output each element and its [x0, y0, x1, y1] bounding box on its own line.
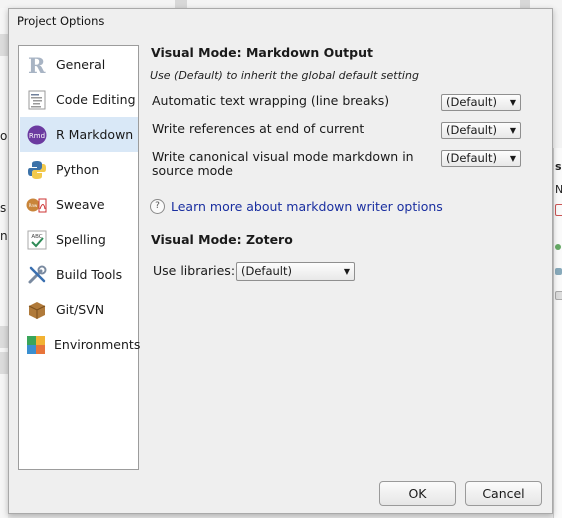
- background-icon: [555, 244, 561, 250]
- background-panel: s Ne: [553, 148, 562, 518]
- canonical-markdown-select[interactable]: (Default) ▼: [441, 150, 521, 167]
- dropdown-arrow-icon: ▼: [509, 154, 516, 163]
- sidebar-item-label: R Markdown: [56, 127, 134, 142]
- write-references-select[interactable]: (Default) ▼: [441, 122, 521, 139]
- background-band: [0, 34, 8, 56]
- background-text-fragment: s: [0, 201, 7, 215]
- ok-button[interactable]: OK: [379, 481, 456, 506]
- background-icon: [555, 204, 562, 216]
- sidebar-item-label: Python: [56, 162, 100, 177]
- background-top-strip: [0, 0, 562, 8]
- option-label-text-wrapping: Automatic text wrapping (line breaks): [152, 93, 390, 108]
- svg-text:R: R: [28, 55, 46, 75]
- sidebar-item-label: General: [56, 57, 106, 72]
- option-label-write-references: Write references at end of current: [152, 121, 365, 136]
- dropdown-arrow-icon: ▼: [509, 98, 516, 107]
- sidebar-item-python[interactable]: Python: [20, 152, 138, 187]
- r-markdown-options-panel: Visual Mode: Markdown Output Use (Defaul…: [150, 45, 531, 475]
- cancel-button[interactable]: Cancel: [465, 481, 542, 506]
- sidebar-item-label: Spelling: [56, 232, 106, 247]
- dialog-title: Project Options: [17, 14, 105, 28]
- inherit-default-hint: Use (Default) to inherit the global defa…: [150, 69, 419, 82]
- background-left-pane: o s n: [0, 8, 8, 518]
- help-icon: ?: [150, 199, 165, 214]
- background-band: [0, 326, 8, 348]
- learn-more-link-text[interactable]: Learn more about markdown writer options: [171, 199, 443, 214]
- options-sidebar: R General Code Editing Rmd R Markdown Py…: [18, 45, 141, 470]
- background-text-fragment: s: [555, 160, 562, 173]
- sidebar-item-environments[interactable]: Environments: [20, 327, 141, 362]
- background-text-fragment: n: [0, 229, 8, 243]
- text-wrapping-select[interactable]: (Default) ▼: [441, 94, 521, 111]
- background-icon: [555, 291, 562, 300]
- dropdown-arrow-icon: ▼: [343, 267, 350, 276]
- section-title-markdown-output: Visual Mode: Markdown Output: [151, 45, 373, 60]
- use-libraries-label: Use libraries:: [153, 263, 236, 278]
- spellcheck-icon: ABC: [26, 229, 48, 251]
- sidebar-item-sweave[interactable]: Rnw Sweave: [20, 187, 138, 222]
- environments-icon: [26, 334, 46, 356]
- sidebar-item-label: Code Editing: [56, 92, 136, 107]
- sidebar-item-git-svn[interactable]: Git/SVN: [20, 292, 138, 327]
- git-box-icon: [26, 299, 48, 321]
- sidebar-item-label: Environments: [54, 337, 141, 352]
- background-scrollbar: [175, 0, 187, 8]
- background-text-fragment: o: [0, 129, 8, 143]
- python-icon: [26, 159, 48, 181]
- r-logo-icon: R: [26, 54, 48, 76]
- sweave-icon: Rnw: [26, 194, 48, 216]
- use-libraries-select[interactable]: (Default) ▼: [236, 262, 355, 281]
- build-tools-icon: [26, 264, 48, 286]
- option-label-canonical-markdown: Write canonical visual mode markdown in …: [152, 149, 414, 178]
- project-options-dialog: Project Options R General Code Editing R…: [8, 8, 553, 514]
- svg-text:Rnw: Rnw: [29, 203, 38, 208]
- dropdown-arrow-icon: ▼: [509, 126, 516, 135]
- sidebar-item-code-editing[interactable]: Code Editing: [20, 82, 138, 117]
- sidebar-item-label: Git/SVN: [56, 302, 105, 317]
- background-text-fragment: Ne: [555, 183, 562, 196]
- sidebar-item-spelling[interactable]: ABC Spelling: [20, 222, 138, 257]
- background-scrollbar: [520, 0, 530, 8]
- rmd-icon: Rmd: [26, 124, 48, 146]
- svg-text:Rmd: Rmd: [29, 132, 45, 140]
- section-title-zotero: Visual Mode: Zotero: [151, 232, 293, 247]
- sidebar-item-label: Build Tools: [56, 267, 123, 282]
- background-right-pane: s Ne: [553, 8, 562, 518]
- code-document-icon: [26, 89, 48, 111]
- background-icon: [555, 268, 562, 275]
- sidebar-item-r-markdown[interactable]: Rmd R Markdown: [20, 117, 138, 152]
- sidebar-item-build-tools[interactable]: Build Tools: [20, 257, 138, 292]
- sidebar-item-general[interactable]: R General: [20, 47, 138, 82]
- background-band: [0, 352, 8, 374]
- sidebar-item-label: Sweave: [56, 197, 105, 212]
- learn-more-link[interactable]: ? Learn more about markdown writer optio…: [150, 199, 443, 214]
